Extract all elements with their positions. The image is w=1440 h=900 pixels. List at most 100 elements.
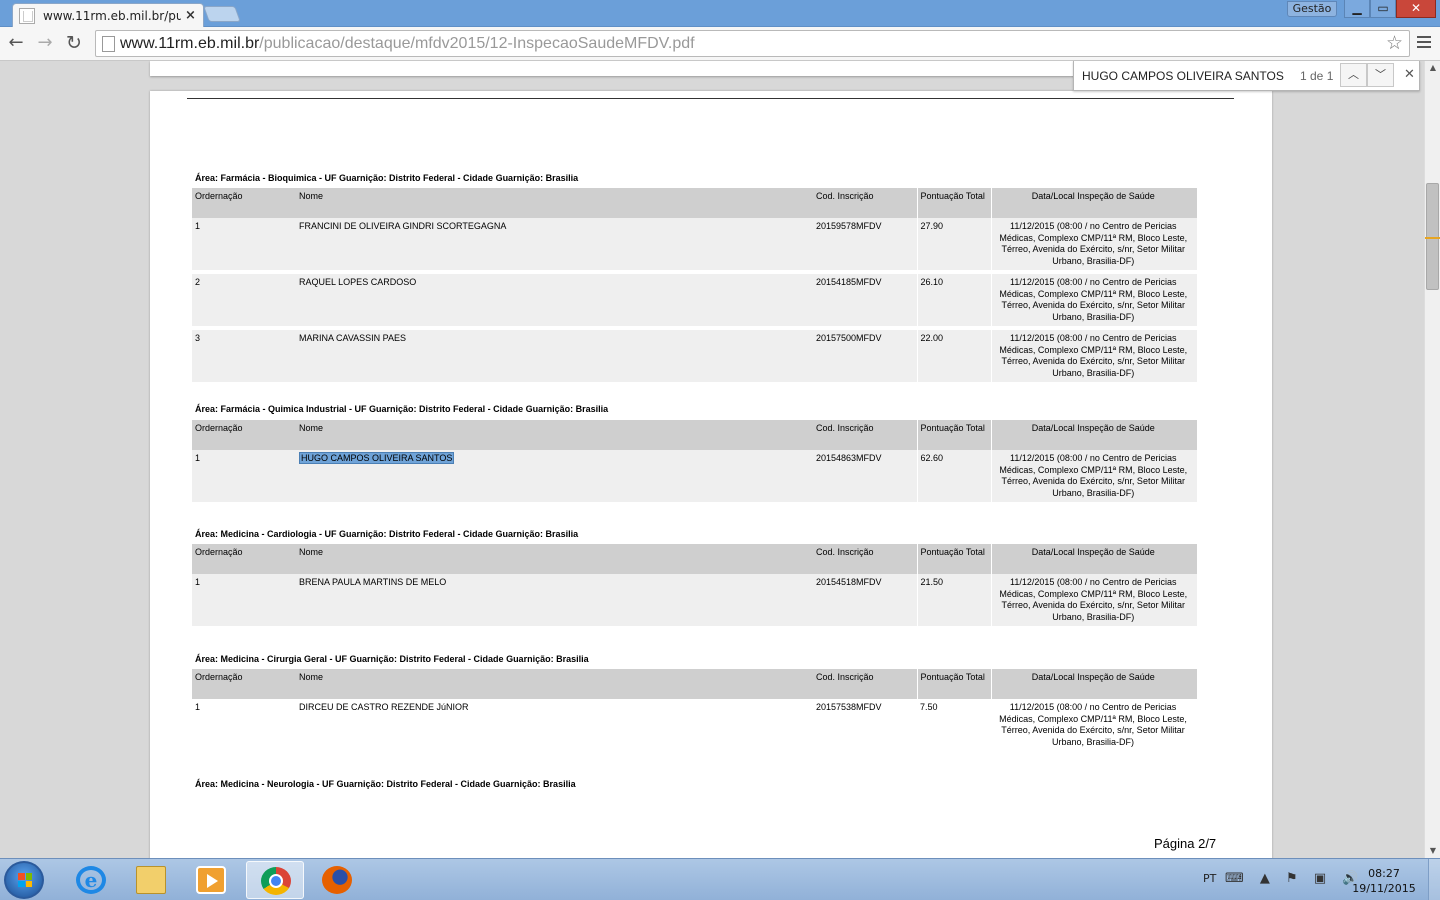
cell-pont: 22.00 — [916, 328, 991, 382]
header-pontuacao: Pontuação Total — [916, 188, 991, 218]
clock-time: 08:27 — [1368, 867, 1400, 880]
cell-local: 11/12/2015 (08:00 / no Centro de Pericia… — [990, 272, 1197, 328]
folder-icon — [136, 866, 166, 894]
back-arrow-icon[interactable]: ← — [4, 32, 28, 54]
cell-nome: RAQUEL LOPES CARDOSO — [296, 272, 813, 328]
url-path: /publicacao/destaque/mfdv2015/12-Inspeca… — [259, 35, 695, 52]
taskbar-windows-explorer[interactable] — [122, 861, 180, 899]
bookmark-star-icon[interactable]: ☆ — [1386, 32, 1403, 54]
table-row: 1 DIRCEU DE CASTRO REZENDE JúNIOR 201575… — [192, 699, 1197, 751]
header-data-local: Data/Local Inspeção de Saúde — [990, 544, 1197, 574]
system-tray-icons[interactable]: ⌨ ▲ ⚑ ▣ 🔊 — [1225, 871, 1364, 886]
cell-ord: 1 — [192, 574, 296, 626]
cell-ord: 2 — [192, 272, 296, 328]
page-number: Página 2/7 — [1154, 836, 1217, 851]
cell-ord: 1 — [192, 699, 296, 751]
results-table: Ordernação Nome Cod. Inscrição Pontuação… — [192, 188, 1197, 382]
cell-cod: 20159578MFDV — [813, 218, 917, 272]
maximize-button[interactable]: ▭ — [1370, 0, 1396, 18]
cell-ord: 3 — [192, 328, 296, 382]
scroll-up-arrow-icon[interactable]: ▲ — [1425, 61, 1440, 75]
header-cod: Cod. Inscrição — [813, 420, 917, 450]
area-heading: Área: Medicina - Cardiologia - UF Guarni… — [195, 529, 579, 539]
table-row: 1 BRENA PAULA MARTINS DE MELO 20154518MF… — [192, 574, 1197, 626]
cell-cod: 20154518MFDV — [813, 574, 917, 626]
header-nome: Nome — [296, 544, 813, 574]
area-heading: Área: Medicina - Cirurgia Geral - UF Gua… — [195, 654, 589, 664]
clock-date: 19/11/2015 — [1352, 882, 1416, 895]
header-cod: Cod. Inscrição — [813, 188, 917, 218]
header-ordenacao: Ordernação — [192, 188, 296, 218]
cell-pont: 27.90 — [916, 218, 991, 272]
taskbar-internet-explorer[interactable]: e — [62, 861, 120, 899]
header-ordenacao: Ordernação — [192, 669, 296, 699]
cell-pont: 62.60 — [916, 450, 991, 502]
header-ordenacao: Ordernação — [192, 420, 296, 450]
header-pontuacao: Pontuação Total — [916, 669, 991, 699]
internet-explorer-icon: e — [76, 866, 106, 894]
find-previous-button[interactable]: ︿ — [1340, 63, 1367, 87]
cell-pont: 26.10 — [916, 272, 991, 328]
forward-arrow-icon[interactable]: → — [33, 32, 57, 54]
windows-logo-icon — [18, 873, 32, 887]
table-header-row: Ordernação Nome Cod. Inscrição Pontuação… — [192, 544, 1197, 574]
cell-local: 11/12/2015 (08:00 / no Centro de Pericia… — [990, 328, 1197, 382]
tab-title: www.11rm.eb.mil.br/publi — [43, 8, 181, 23]
header-cod: Cod. Inscrição — [813, 544, 917, 574]
taskbar-media-player[interactable] — [182, 861, 240, 899]
start-button[interactable] — [4, 861, 44, 899]
taskbar-firefox[interactable] — [308, 861, 366, 899]
results-table: Ordernação Nome Cod. Inscrição Pontuação… — [192, 669, 1197, 751]
table-header-row: Ordernação Nome Cod. Inscrição Pontuação… — [192, 669, 1197, 699]
cell-ord: 1 — [192, 218, 296, 272]
system-clock[interactable]: 08:27 19/11/2015 — [1348, 866, 1420, 896]
area-heading: Área: Farmácia - Quimica Industrial - UF… — [195, 404, 609, 414]
cell-cod: 20154863MFDV — [813, 450, 917, 502]
header-nome: Nome — [296, 188, 813, 218]
header-data-local: Data/Local Inspeção de Saúde — [990, 188, 1197, 218]
cell-pont: 21.50 — [916, 574, 991, 626]
find-input[interactable]: HUGO CAMPOS OLIVEIRA SANTOS — [1082, 69, 1284, 83]
reload-icon[interactable]: ↻ — [62, 32, 86, 54]
cell-nome: BRENA PAULA MARTINS DE MELO — [296, 574, 813, 626]
cell-cod: 20154185MFDV — [813, 272, 917, 328]
header-nome: Nome — [296, 669, 813, 699]
vertical-scrollbar[interactable]: ▲ ▼ — [1424, 61, 1440, 858]
profile-button[interactable]: Gestão — [1287, 1, 1337, 17]
cell-local: 11/12/2015 (08:00 / no Centro de Pericia… — [990, 574, 1197, 626]
table-header-row: Ordernação Nome Cod. Inscrição Pontuação… — [192, 420, 1197, 450]
close-window-button[interactable]: ✕ — [1396, 0, 1436, 18]
tab-close-icon[interactable]: × — [185, 8, 196, 23]
header-nome: Nome — [296, 420, 813, 450]
table-row: 3 MARINA CAVASSIN PAES 20157500MFDV 22.0… — [192, 328, 1197, 382]
url-text[interactable]: www.11rm.eb.mil.br/publicacao/destaque/m… — [120, 35, 695, 53]
header-data-local: Data/Local Inspeção de Saúde — [990, 420, 1197, 450]
media-player-icon — [196, 866, 226, 894]
show-desktop-button[interactable] — [1428, 859, 1440, 900]
find-next-button[interactable]: ﹀ — [1367, 63, 1394, 87]
browser-tab[interactable]: www.11rm.eb.mil.br/publi × — [12, 3, 204, 27]
cell-nome: MARINA CAVASSIN PAES — [296, 328, 813, 382]
scroll-down-arrow-icon[interactable]: ▼ — [1425, 844, 1440, 858]
chrome-menu-icon[interactable] — [1417, 36, 1431, 50]
table-row: 1 FRANCINI DE OLIVEIRA GINDRI SCORTEGAGN… — [192, 218, 1197, 272]
minimize-button[interactable]: ▁ — [1344, 0, 1370, 18]
find-result-marker — [1425, 237, 1440, 239]
header-pontuacao: Pontuação Total — [916, 544, 991, 574]
results-table: Ordernação Nome Cod. Inscrição Pontuação… — [192, 420, 1197, 502]
cell-nome: DIRCEU DE CASTRO REZENDE JúNIOR — [296, 699, 813, 751]
area-heading: Área: Farmácia - Bioquimica - UF Guarniç… — [195, 173, 579, 183]
page-favicon-icon — [19, 7, 35, 24]
pdf-viewport[interactable]: Área: Farmácia - Bioquimica - UF Guarniç… — [0, 61, 1424, 858]
header-ordenacao: Ordernação — [192, 544, 296, 574]
language-indicator[interactable]: PT — [1203, 872, 1216, 885]
results-table: Ordernação Nome Cod. Inscrição Pontuação… — [192, 544, 1197, 626]
cell-cod: 20157500MFDV — [813, 328, 917, 382]
find-close-icon[interactable]: ✕ — [1404, 67, 1415, 82]
new-tab-button[interactable] — [203, 6, 241, 22]
address-bar[interactable]: www.11rm.eb.mil.br/publicacao/destaque/m… — [95, 30, 1410, 57]
cell-cod: 20157538MFDV — [813, 699, 917, 751]
find-count: 1 de 1 — [1300, 69, 1334, 83]
firefox-icon — [322, 866, 352, 894]
taskbar-google-chrome[interactable] — [246, 861, 304, 899]
